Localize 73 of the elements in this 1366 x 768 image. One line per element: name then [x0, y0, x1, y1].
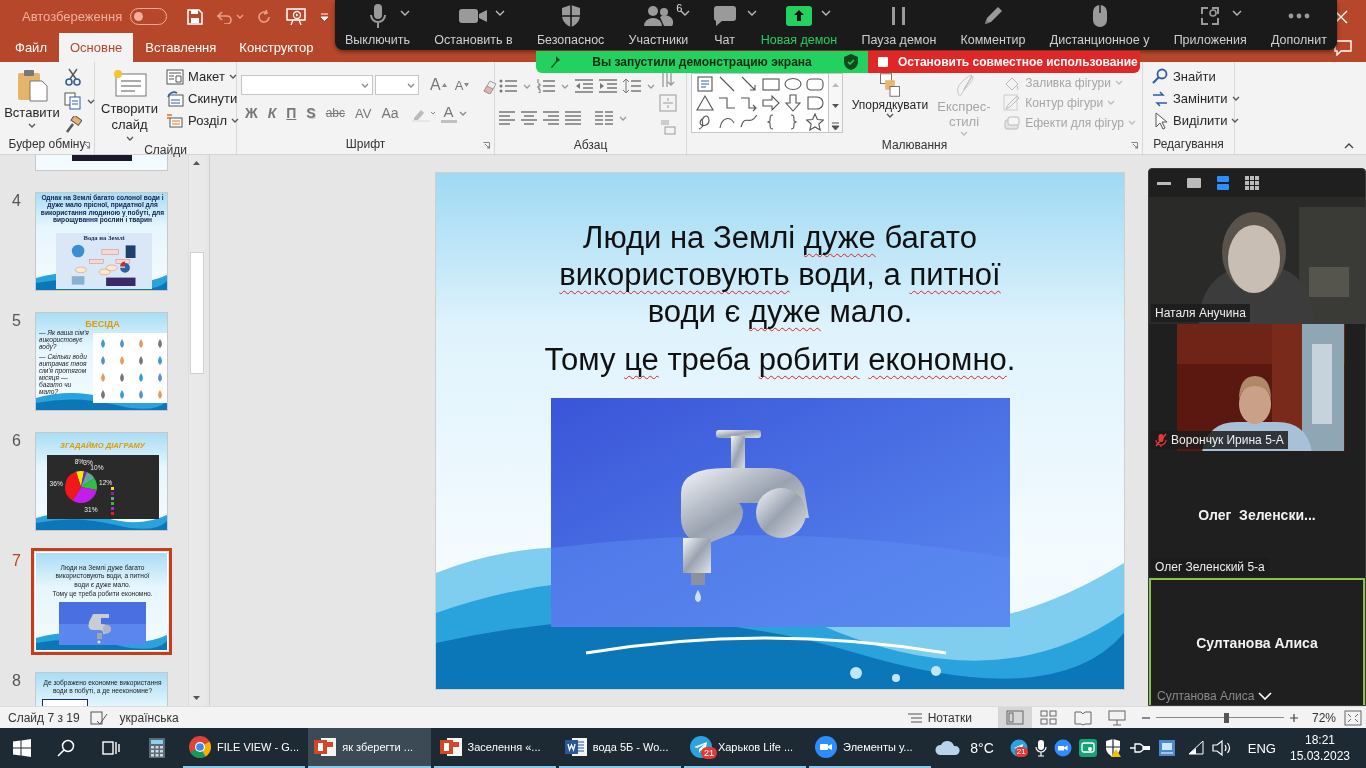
increase-font-button[interactable]: A: [427, 76, 450, 94]
slide-number: 8: [11, 672, 22, 690]
zoom-level[interactable]: 72%: [1311, 710, 1336, 725]
stop-sharing-button[interactable]: Остановить совместное использование: [868, 51, 1140, 73]
taskbar-app-button[interactable]: як зберегти ...: [308, 728, 431, 768]
thumbnail-text: БЕСІДА: [84, 319, 121, 329]
slide-counter: Слайд 7 з 19: [8, 710, 80, 725]
group-label: Слайди: [144, 143, 187, 157]
replace-button[interactable]: Замінити: [1149, 88, 1242, 109]
participant-count: 6: [676, 2, 683, 14]
input-language[interactable]: ENG: [1247, 740, 1276, 756]
taskbar-app-button[interactable]: Элементы у...: [809, 728, 932, 768]
font-color-button[interactable]: A: [440, 103, 457, 123]
toolbar-button[interactable]: 6 Участники: [624, 0, 693, 50]
toolbar-button[interactable]: Новая демон: [756, 0, 842, 50]
ribbon-tab[interactable]: Файл: [4, 33, 58, 62]
taskbar-app-button[interactable]: вода 5Б - Wo...: [558, 728, 681, 768]
find-button[interactable]: Знайти: [1149, 66, 1242, 87]
toolbar-button[interactable]: Остановить в: [430, 0, 517, 50]
reset-button[interactable]: Скинути: [164, 88, 241, 109]
weather-temperature[interactable]: 8°C: [970, 740, 994, 756]
toolbar-button[interactable]: Комментир: [956, 0, 1030, 50]
group-label: Буфер обміну: [8, 137, 86, 151]
group-label: Редагування: [1153, 137, 1224, 151]
shadow-button[interactable]: S: [302, 102, 320, 124]
layout-button[interactable]: Макет: [164, 66, 241, 87]
taskbar-app-button[interactable]: Харьков Life ... 21: [683, 728, 807, 768]
section-button[interactable]: Розділ: [164, 110, 241, 131]
participant-name: Султанова Алиса: [1157, 689, 1255, 703]
clock-date[interactable]: 15.03.2023: [1290, 748, 1351, 764]
taskbar-app-button[interactable]: FILE VIEW - G...: [183, 728, 306, 768]
new-slide-button[interactable]: Створити слайд: [99, 66, 161, 143]
toolbar-button[interactable]: Выключить: [341, 0, 415, 50]
slide-text: Люди на Землі дуже багато використовують води, а питної води є дуже мало.: [558, 218, 1002, 330]
slide-number: 5: [11, 312, 22, 330]
clock-time[interactable]: 18:21: [1305, 732, 1336, 748]
toolbar-button[interactable]: Безопаснос: [532, 0, 609, 50]
notes-button[interactable]: Нотатки: [901, 709, 978, 726]
ribbon-tab[interactable]: Основне: [58, 33, 134, 62]
italic-button[interactable]: К: [263, 102, 281, 124]
strikethrough-button[interactable]: abc: [321, 102, 350, 124]
group-label: Малювання: [881, 138, 948, 152]
toolbar-button[interactable]: Приложения: [1169, 0, 1251, 50]
bold-button[interactable]: Ж: [241, 102, 262, 124]
decrease-font-button[interactable]: A: [451, 77, 473, 93]
participant-name: Олег Зеленский 5-а: [1155, 560, 1265, 574]
group-label: Абзац: [573, 138, 608, 152]
change-case-button[interactable]: Aa: [377, 102, 403, 124]
arrange-button[interactable]: Упорядкувати: [849, 73, 931, 136]
participant-name: Олег Зеленски...: [1198, 506, 1316, 523]
slide-text: Тому це треба робити економно.: [543, 340, 1017, 378]
underline-button[interactable]: П: [282, 102, 301, 124]
select-button[interactable]: Виділити: [1149, 110, 1242, 131]
sharing-status: Вы запустили демонстрацию экрана: [591, 55, 813, 69]
toolbar-button[interactable]: Дистанционное у: [1045, 0, 1154, 50]
participant-name: Ворончук Ирина 5-А: [1171, 433, 1284, 447]
toolbar-button[interactable]: Чат: [708, 0, 741, 50]
ribbon-tab[interactable]: Конструктор: [228, 33, 325, 62]
slide-number: 7: [11, 552, 22, 570]
notification-badge: 21: [1014, 747, 1028, 757]
language-label[interactable]: українська: [119, 710, 179, 725]
spacing-button[interactable]: AV: [351, 102, 376, 124]
slide-number: 6: [11, 432, 22, 450]
taskbar-app-button[interactable]: Заселення «...: [433, 728, 556, 768]
toolbar-button[interactable]: Пауза демон: [857, 0, 941, 50]
slide-number: 4: [11, 192, 22, 210]
autosave-label: Автозбереження: [22, 9, 123, 24]
group-label: Шрифт: [345, 137, 386, 151]
participant-name: Наталя Анучина: [1155, 306, 1246, 320]
participant-name: Султанова Алиса: [1196, 634, 1318, 651]
paste-button[interactable]: Вставити: [4, 66, 60, 134]
ribbon-tab[interactable]: Вставлення: [134, 33, 228, 62]
toolbar-button[interactable]: Дополнит: [1267, 0, 1331, 50]
